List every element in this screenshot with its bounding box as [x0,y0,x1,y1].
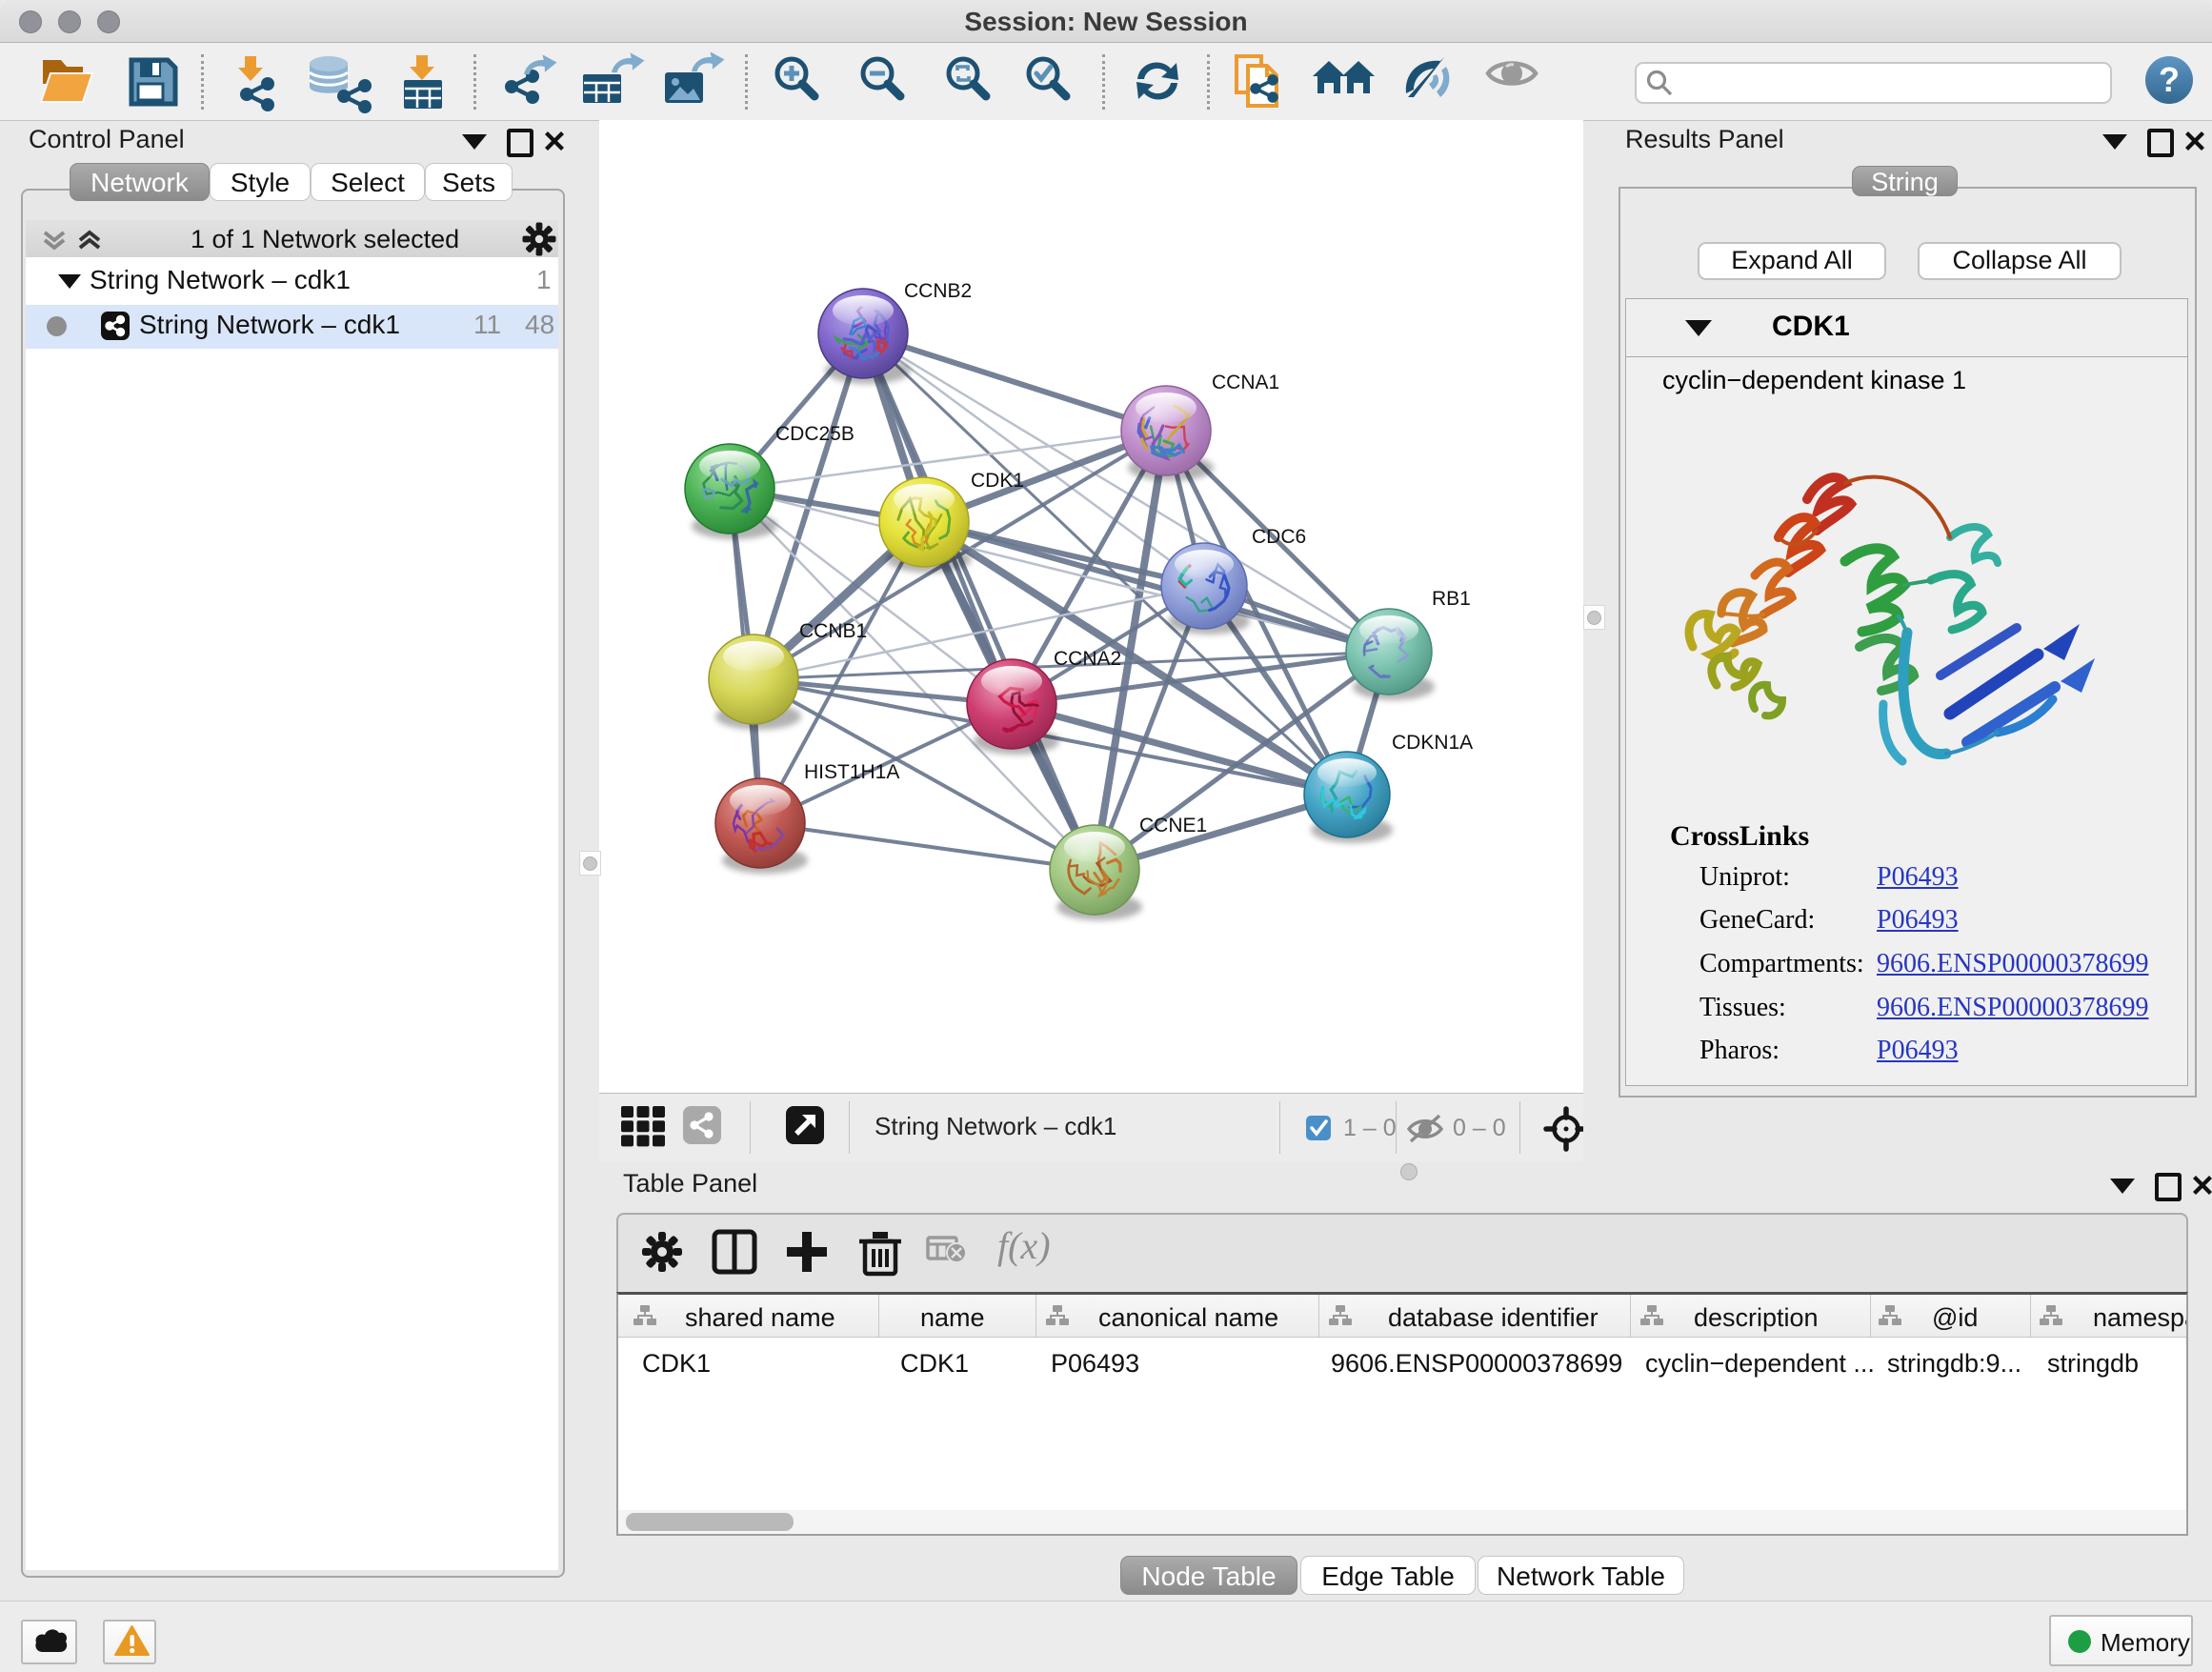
svg-text:CCNE1: CCNE1 [1139,815,1207,836]
svg-text:1 – 0: 1 – 0 [1343,1115,1397,1141]
svg-text:f(x): f(x) [997,1224,1051,1267]
svg-text:CDC6: CDC6 [1252,526,1306,548]
svg-text:CCNA2: CCNA2 [1054,648,1121,670]
svg-text:CDKN1A: CDKN1A [1392,732,1473,754]
svg-text:CCNB2: CCNB2 [904,280,972,302]
svg-text:HIST1H1A: HIST1H1A [804,761,899,783]
svg-text:CCNB1: CCNB1 [799,620,867,642]
svg-text:0 – 0: 0 – 0 [1453,1115,1506,1141]
svg-text:CDC25B: CDC25B [775,423,855,445]
svg-text:CDK1: CDK1 [971,470,1024,492]
svg-text:RB1: RB1 [1432,588,1471,610]
svg-text:?: ? [2159,60,2180,99]
svg-text:CCNA1: CCNA1 [1212,372,1279,393]
